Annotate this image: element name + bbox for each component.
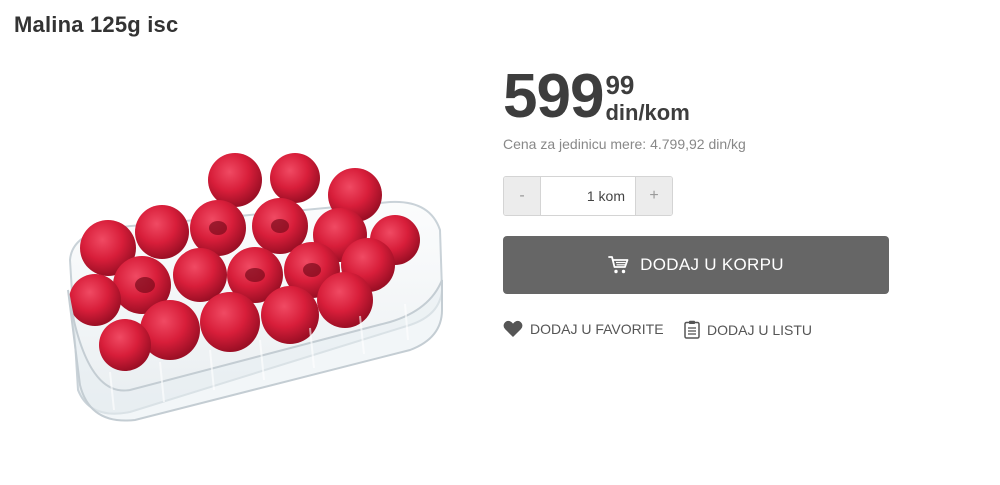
add-to-favorites-label: DODAJ U FAVORITE <box>530 321 664 337</box>
add-to-cart-label: DODAJ U KORPU <box>640 255 784 274</box>
cart-icon <box>608 256 629 274</box>
add-to-cart-button[interactable]: DODAJ U KORPU <box>503 236 889 294</box>
list-icon <box>684 320 700 339</box>
price: 599 99 din/kom <box>503 66 690 128</box>
add-to-list-label: DODAJ U LISTU <box>707 321 813 338</box>
increment-button[interactable]: + <box>636 177 672 215</box>
decrement-button[interactable]: - <box>504 177 540 215</box>
product-image <box>67 153 444 422</box>
heart-icon <box>503 320 523 337</box>
quantity-input[interactable] <box>540 177 636 215</box>
add-to-favorites-link[interactable]: DODAJ U FAVORITE <box>503 320 664 338</box>
price-decimals: 99 <box>605 70 635 100</box>
add-to-list-link[interactable]: DODAJ U LISTU <box>684 320 812 339</box>
price-unit: din/kom <box>605 100 690 125</box>
quantity-stepper: - + <box>503 176 673 216</box>
unit-price: Cena za jedinicu mere: 4.799,92 din/kg <box>503 136 746 152</box>
price-main: 599 <box>503 62 604 131</box>
product-title: Malina 125g isc <box>14 12 179 37</box>
